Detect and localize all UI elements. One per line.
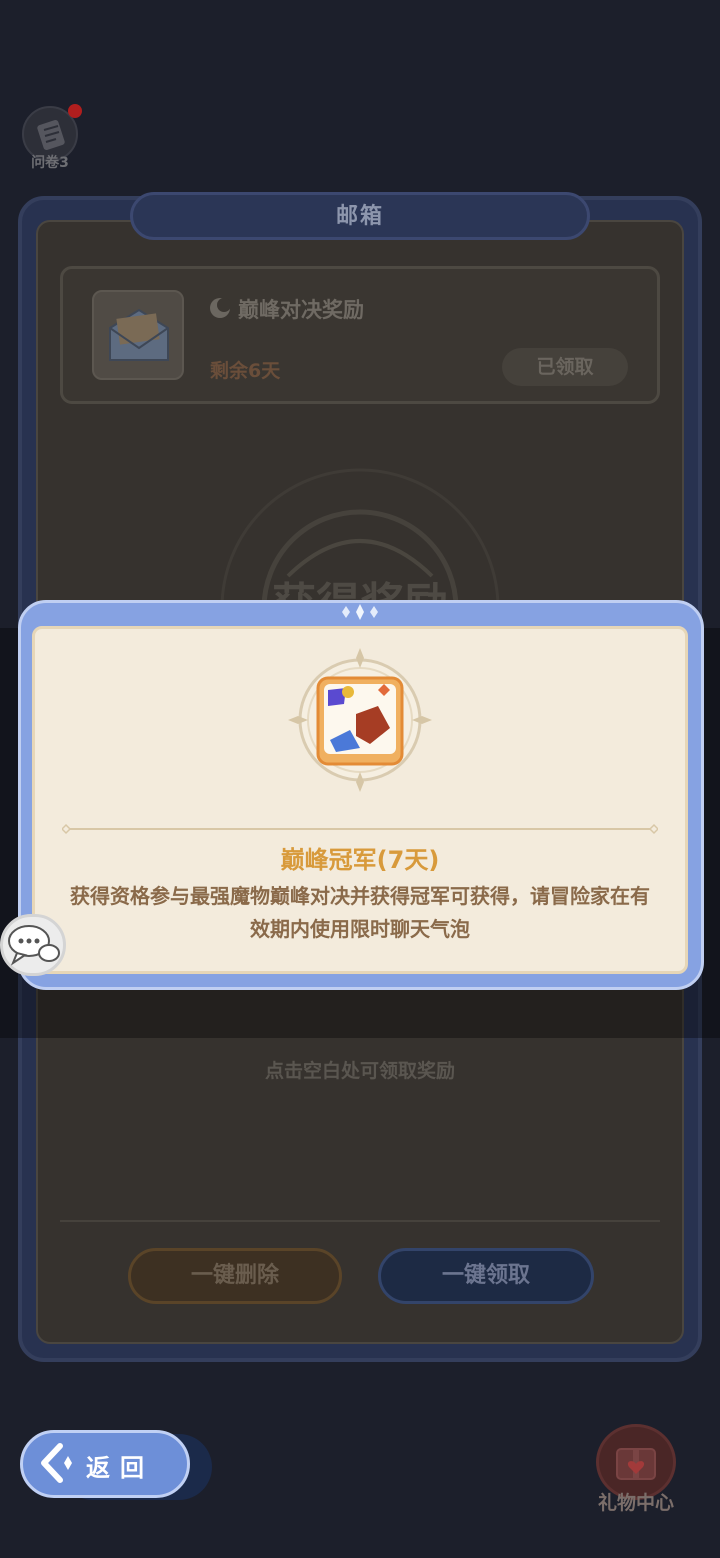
divider bbox=[60, 1220, 660, 1222]
envelope-icon bbox=[109, 308, 169, 361]
chat-bubble-icon bbox=[8, 925, 60, 966]
champion-bubble-icon bbox=[288, 648, 432, 792]
notification-dot bbox=[68, 104, 82, 118]
claim-all-button[interactable]: 一键领取 bbox=[378, 1248, 594, 1304]
reward-item-description: 获得资格参与最强魔物巅峰对决并获得冠军可获得，请冒险家在有效期内使用限时聊天气泡 bbox=[70, 884, 650, 941]
survey-label: 问卷3 bbox=[31, 155, 69, 171]
back-label: 返回 bbox=[86, 1454, 154, 1482]
gift-box-icon bbox=[616, 1448, 656, 1480]
popup-divider bbox=[62, 823, 658, 835]
back-arrow-icon bbox=[41, 1443, 72, 1483]
survey-button[interactable]: 问卷3 bbox=[20, 104, 82, 171]
chat-button[interactable] bbox=[0, 914, 66, 976]
gift-center-label: 礼物中心 bbox=[597, 1492, 674, 1514]
moon-icon bbox=[210, 298, 231, 318]
game-screen: 问卷3 邮箱 巅峰对决奖励 剩余6天 已领取 获得奖励 点击空白处可领取奖励 一… bbox=[0, 0, 720, 1558]
mail-remaining-days: 剩余6天 bbox=[210, 360, 281, 382]
reward-item-name: 巅峰冠军(7天) bbox=[280, 846, 440, 874]
sparkle-decoration bbox=[342, 604, 378, 620]
claimed-badge: 已领取 bbox=[502, 348, 628, 386]
mail-title: 巅峰对决奖励 bbox=[238, 298, 364, 322]
delete-all-button[interactable]: 一键删除 bbox=[128, 1248, 342, 1304]
mailbox-title: 邮箱 bbox=[335, 204, 384, 229]
tap-hint: 点击空白处可领取奖励 bbox=[264, 1060, 455, 1082]
